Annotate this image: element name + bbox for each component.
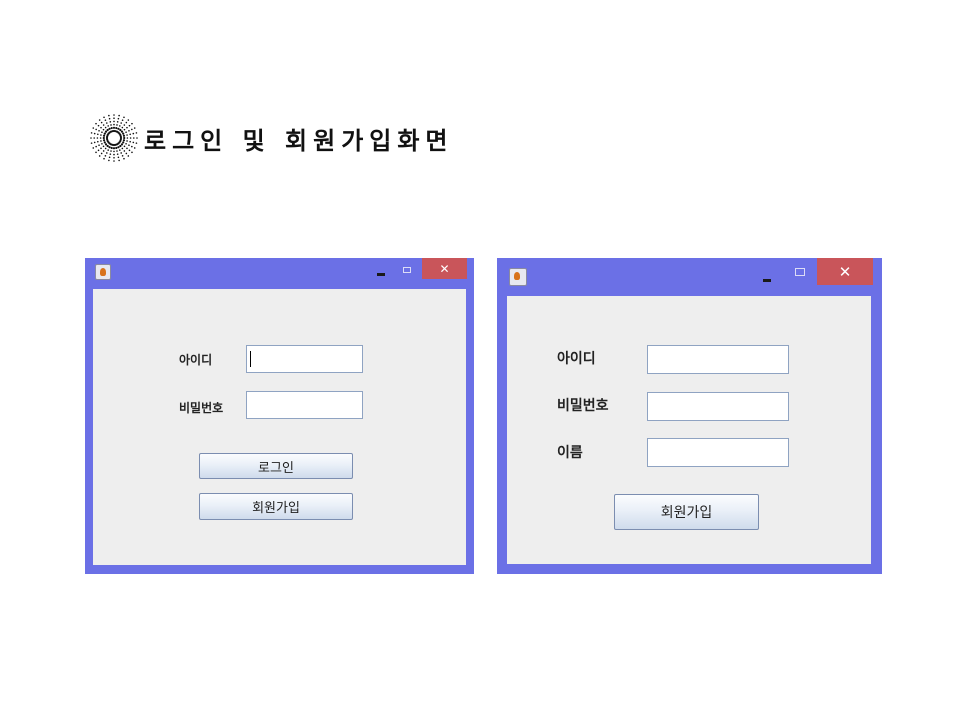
page-title: 로그인 및 회원가입화면 [144, 126, 454, 155]
id-label: 아이디 [179, 353, 213, 367]
signup-window: ✕ 아이디 비밀번호 이름 회원가입 [497, 258, 882, 574]
text-caret [250, 351, 251, 367]
close-button[interactable]: ✕ [817, 258, 873, 285]
login-window-titlebar[interactable]: ✕ [85, 258, 474, 288]
name-label: 이름 [557, 445, 583, 461]
password-label: 비밀번호 [557, 398, 609, 414]
java-app-icon [509, 268, 527, 286]
id-input[interactable] [246, 345, 363, 373]
signup-window-content: 아이디 비밀번호 이름 회원가입 [507, 296, 871, 564]
maximize-button[interactable] [788, 260, 812, 284]
close-icon: ✕ [439, 261, 450, 276]
login-button[interactable]: 로그인 [199, 453, 353, 479]
minimize-button[interactable] [755, 264, 779, 288]
java-app-icon [95, 264, 111, 280]
minimize-icon [377, 272, 385, 276]
login-window-content: 아이디 비밀번호 로그인 회원가입 [93, 289, 466, 565]
password-input[interactable] [246, 391, 363, 419]
close-button[interactable]: ✕ [422, 258, 467, 279]
id-label: 아이디 [557, 351, 596, 367]
signup-button[interactable]: 회원가입 [614, 494, 759, 530]
name-input[interactable] [647, 438, 789, 467]
signup-button[interactable]: 회원가입 [199, 493, 353, 520]
close-icon: ✕ [838, 262, 852, 281]
id-input[interactable] [647, 345, 789, 374]
maximize-icon [403, 267, 411, 273]
starburst-icon [90, 114, 138, 162]
maximize-icon [795, 268, 805, 276]
minimize-button[interactable] [369, 258, 393, 282]
password-input[interactable] [647, 392, 789, 421]
slide-title: 로그인 및 회원가입화면 [86, 108, 454, 168]
signup-window-titlebar[interactable]: ✕ [497, 258, 882, 295]
minimize-icon [763, 278, 771, 282]
password-label: 비밀번호 [179, 401, 224, 415]
login-window: ✕ 아이디 비밀번호 로그인 회원가입 [85, 258, 474, 574]
maximize-button[interactable] [395, 258, 419, 282]
